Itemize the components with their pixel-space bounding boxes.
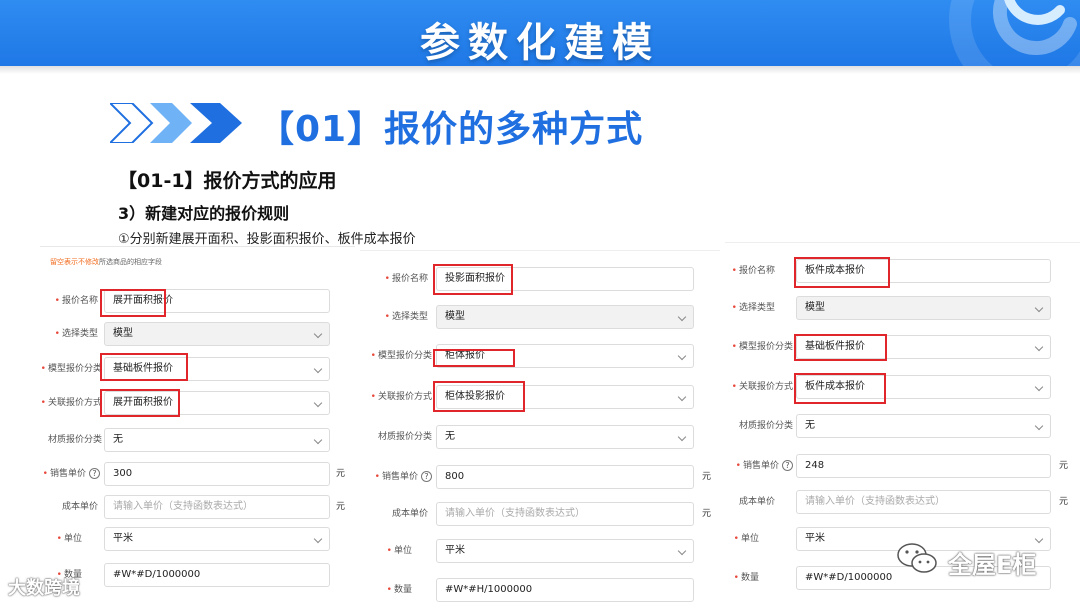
form-row-material: 材质报价分类 无 [360, 425, 720, 451]
type-select[interactable]: 模型 [796, 296, 1051, 320]
chevron-down-icon [677, 392, 687, 402]
method-select[interactable]: 柜体投影报价 [436, 385, 694, 409]
help-icon[interactable]: ? [782, 460, 793, 471]
watermark-right: 全屋E柜 [948, 551, 1037, 579]
chevron-down-icon [1034, 534, 1044, 544]
form-row-cost: 成本单价 请输入单价（支持函数表达式） 元 [725, 490, 1080, 516]
form-row-price: • 销售单价? 800 元 [360, 465, 720, 491]
form-row-material: 材质报价分类 无 [725, 414, 1080, 440]
help-icon[interactable]: ? [89, 468, 100, 479]
cost-input[interactable]: 请输入单价（支持函数表达式） [436, 502, 694, 526]
form-row-method: • 关联报价方式 板件成本报价 [725, 375, 1080, 401]
step-description: ①分别新建展开面积、投影面积报价、板件成本报价 [118, 232, 416, 247]
subsection-title: 【01-1】报价方式的应用 [118, 170, 337, 192]
chevron-arrows-icon [110, 103, 242, 143]
form-row-price: • 销售单价? 300 元 [40, 462, 355, 488]
form-row-cost: 成本单价 请输入单价（支持函数表达式） 元 [360, 502, 720, 528]
chevron-down-icon [677, 351, 687, 361]
unit-select[interactable]: 平米 [436, 539, 694, 563]
form-row-type: • 选择类型 模型 [725, 296, 1080, 322]
cost-input[interactable]: 请输入单价（支持函数表达式） [796, 490, 1051, 514]
chevron-down-icon [1034, 342, 1044, 352]
name-input[interactable]: 板件成本报价 [796, 259, 1051, 283]
name-input[interactable]: 投影面积报价 [436, 267, 694, 291]
model-category-select[interactable]: 基础板件报价 [104, 357, 330, 381]
chevron-down-icon [313, 364, 323, 374]
price-input[interactable]: 800 [436, 465, 694, 489]
form-row-model-category: • 模型报价分类 柜体报价 [360, 344, 720, 370]
cost-input[interactable]: 请输入单价（支持函数表达式） [104, 495, 330, 519]
chevron-down-icon [313, 534, 323, 544]
form-row-type: • 选择类型 模型 [360, 305, 720, 331]
method-select[interactable]: 展开面积报价 [104, 391, 330, 415]
name-input[interactable]: 展开面积报价 [104, 289, 330, 313]
form-row-unit: • 单位 平米 [40, 527, 355, 553]
form-row-model-category: • 模型报价分类 基础板件报价 [725, 335, 1080, 361]
form-row-quantity: • 数量 #W*#H/1000000 [360, 578, 720, 604]
type-select[interactable]: 模型 [104, 322, 330, 346]
price-input[interactable]: 248 [796, 454, 1051, 478]
chevron-down-icon [313, 329, 323, 339]
section-title: 【01】报价的多种方式 [258, 109, 644, 150]
help-icon[interactable]: ? [421, 471, 432, 482]
form-row-quantity: • 数量 #W*#D/1000000 [40, 563, 355, 589]
chevron-down-icon [1034, 303, 1044, 313]
step-title: 3）新建对应的报价规则 [118, 204, 290, 223]
banner-title: 参数化建模 [420, 20, 660, 66]
chevron-down-icon [677, 312, 687, 322]
form-row-name: • 报价名称 板件成本报价 [725, 259, 1080, 285]
wechat-icon [897, 543, 937, 573]
material-select[interactable]: 无 [104, 428, 330, 452]
watermark-left: 大数跨境 [8, 578, 80, 599]
model-category-select[interactable]: 柜体报价 [436, 344, 694, 368]
material-select[interactable]: 无 [796, 414, 1051, 438]
quantity-input[interactable]: #W*#D/1000000 [104, 563, 330, 587]
type-select[interactable]: 模型 [436, 305, 694, 329]
material-select[interactable]: 无 [436, 425, 694, 449]
form-row-model-category: • 模型报价分类 基础板件报价 [40, 357, 355, 383]
chevron-down-icon [313, 398, 323, 408]
header-banner: 参数化建模 [0, 0, 1080, 66]
banner-shadow [0, 66, 1080, 74]
method-select[interactable]: 板件成本报价 [796, 375, 1051, 399]
form-row-unit: • 单位 平米 [360, 539, 720, 565]
form-row-name: • 报价名称 展开面积报价 [40, 289, 355, 315]
model-category-select[interactable]: 基础板件报价 [796, 335, 1051, 359]
form-row-price: • 销售单价? 248 元 [725, 454, 1080, 480]
form-row-method: • 关联报价方式 柜体投影报价 [360, 385, 720, 411]
chevron-down-icon [1034, 421, 1044, 431]
form-row-name: • 报价名称 投影面积报价 [360, 267, 720, 293]
chevron-down-icon [677, 432, 687, 442]
price-input[interactable]: 300 [104, 462, 330, 486]
form-row-type: • 选择类型 模型 [40, 322, 355, 348]
form-hint: 留空表示不修改所选商品的相应字段 [50, 258, 162, 266]
form-row-material: 材质报价分类 无 [40, 428, 355, 454]
quote-form-area: 留空表示不修改所选商品的相应字段 • 报价名称 展开面积报价 • 选择类型 模型 •… [40, 246, 355, 591]
form-row-cost: 成本单价 请输入单价（支持函数表达式） 元 [40, 495, 355, 521]
quantity-input[interactable]: #W*#H/1000000 [436, 578, 694, 602]
chevron-down-icon [677, 546, 687, 556]
quote-form-area: • 报价名称 投影面积报价 • 选择类型 模型 • 模型报价分类 柜体报价 • 关联报价… [360, 250, 720, 602]
unit-select[interactable]: 平米 [104, 527, 330, 551]
form-row-method: • 关联报价方式 展开面积报价 [40, 391, 355, 417]
chevron-down-icon [313, 435, 323, 445]
chevron-down-icon [1034, 382, 1044, 392]
